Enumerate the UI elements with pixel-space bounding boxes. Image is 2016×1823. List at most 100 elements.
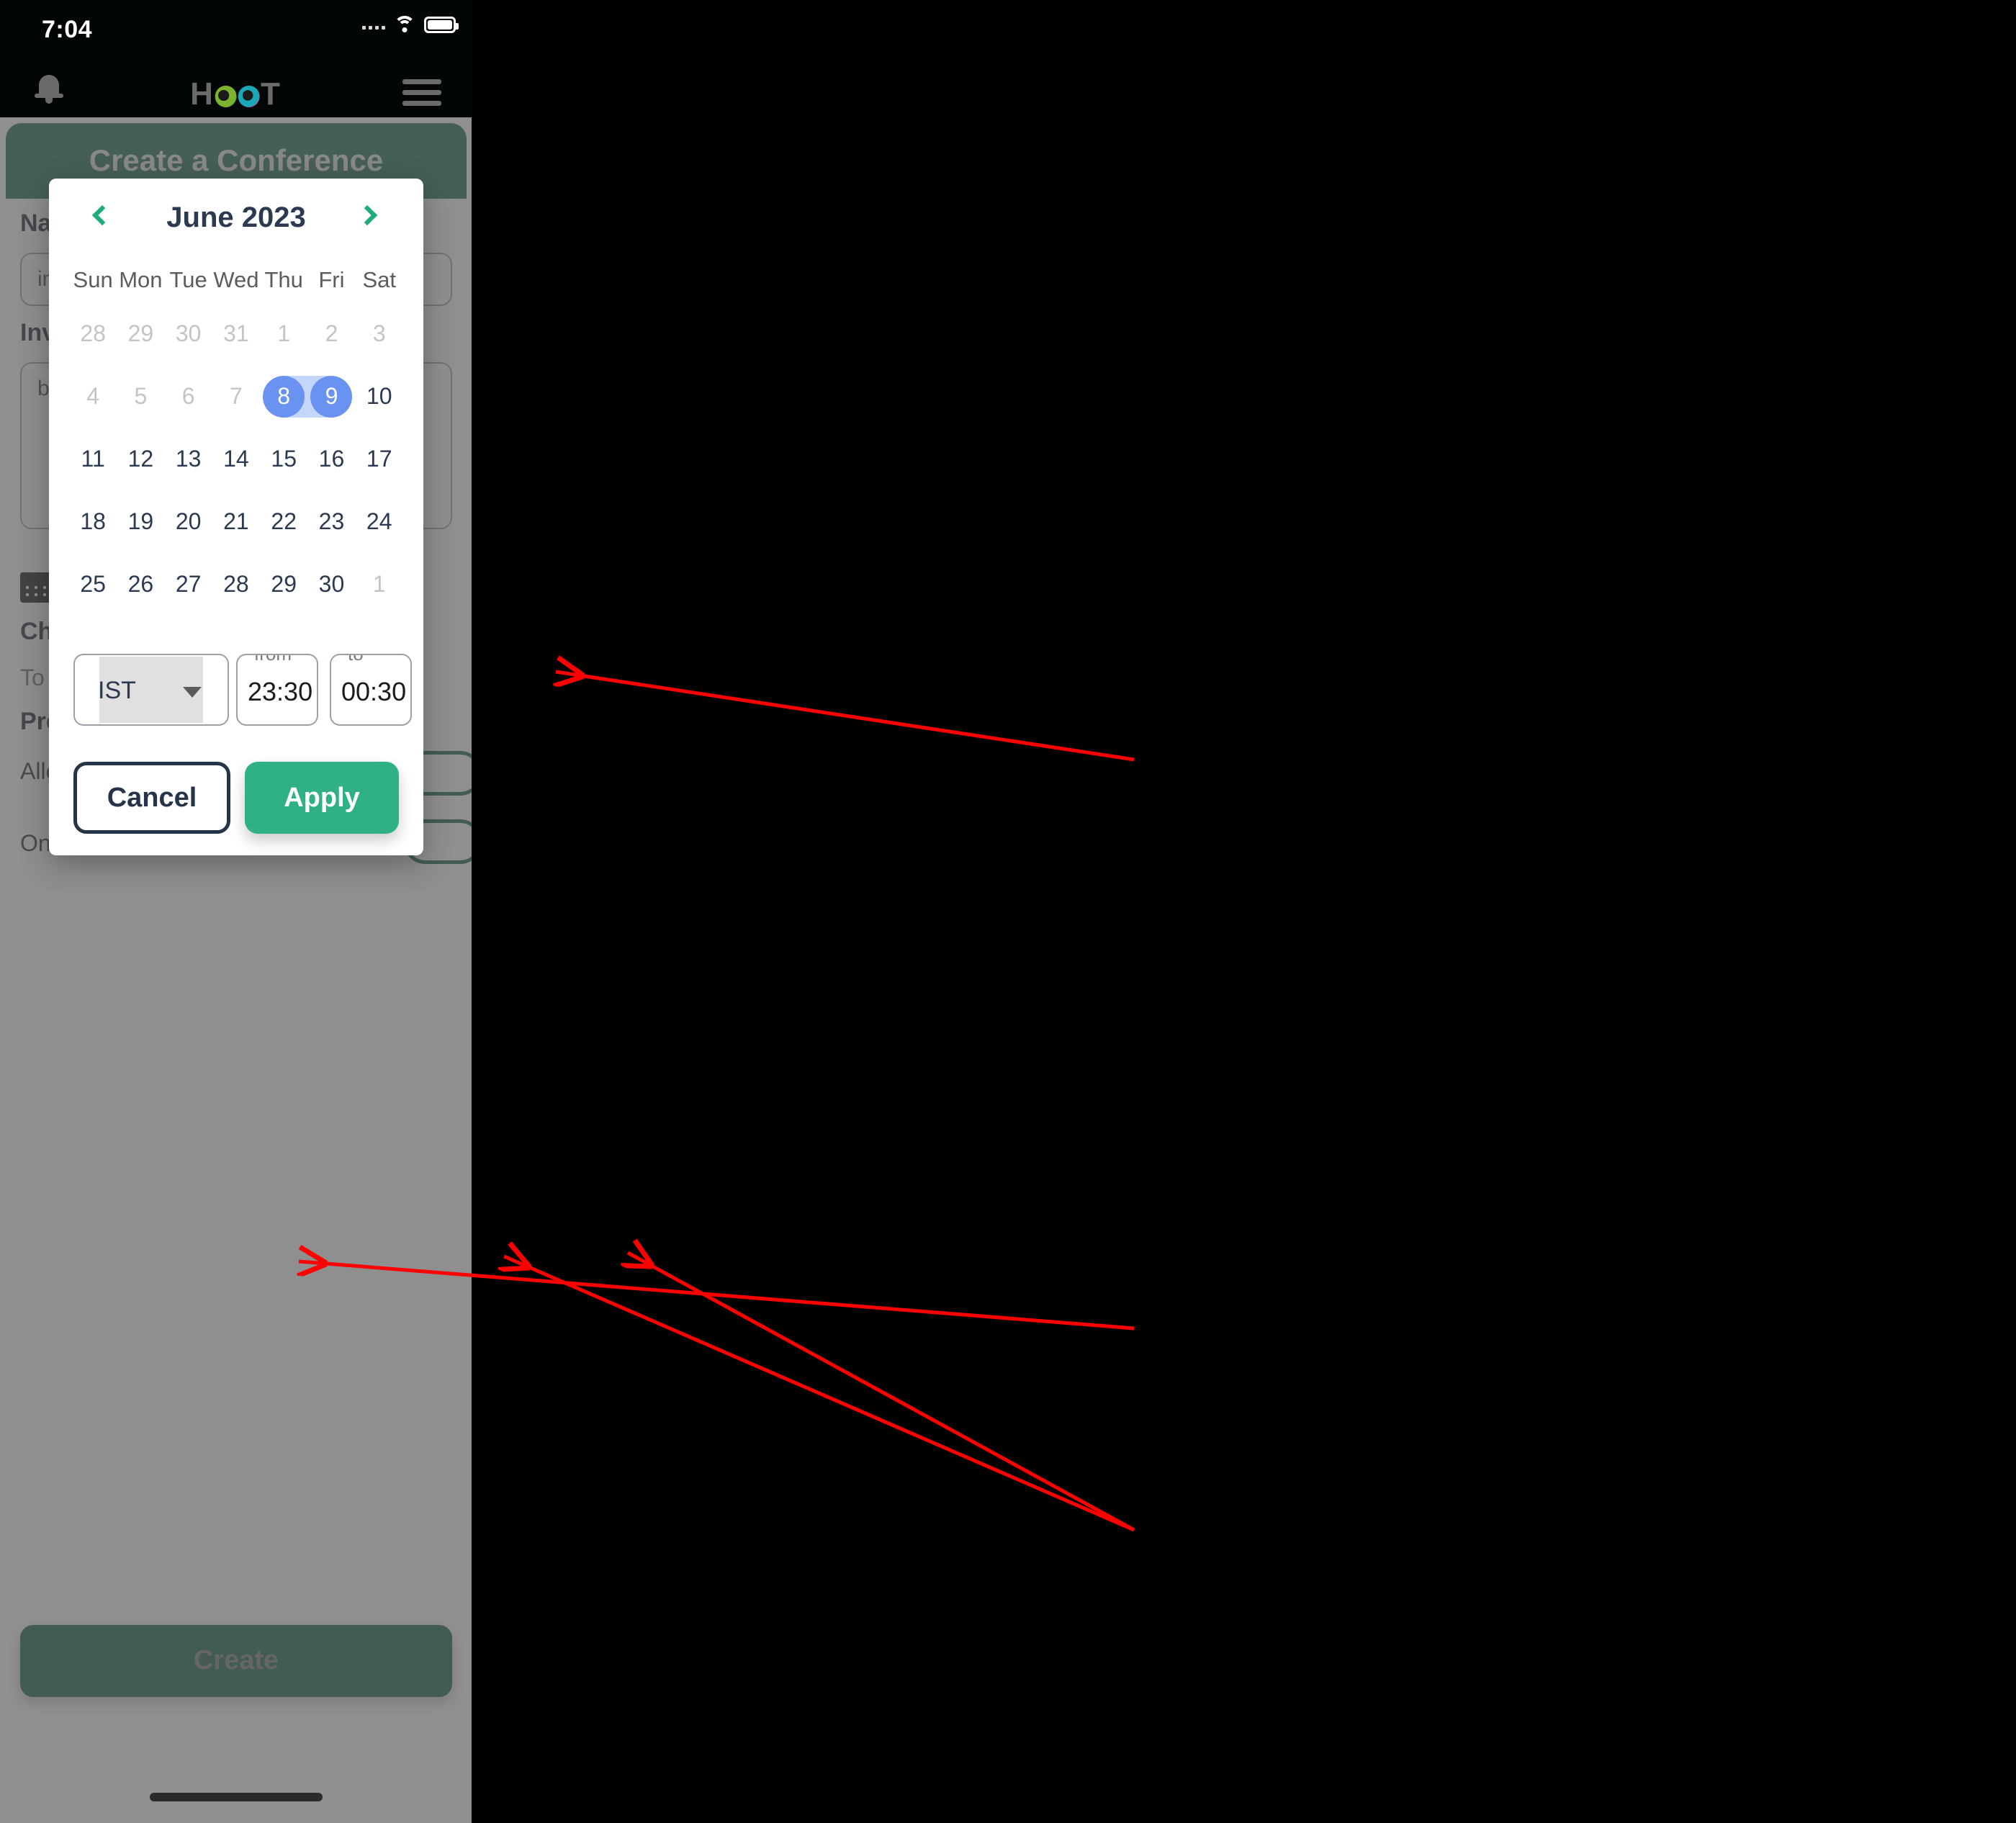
calendar-header: June 2023: [49, 194, 423, 245]
calendar-week-row: 18 19 20 21 22 23 24: [69, 490, 403, 553]
calendar-day-number: 11: [81, 446, 105, 472]
date-range-picker-modal: June 2023 Sun Mon Tue Wed Thu Fri Sat 28 29 30 31 1…: [49, 179, 423, 855]
calendar-day-number: 28: [80, 320, 106, 346]
calendar-day-number: 29: [271, 571, 297, 597]
calendar-day-disabled: 1: [260, 302, 307, 365]
calendar-week-row: 11 12 13 14 15 16 17: [69, 428, 403, 490]
calendar-day[interactable]: 30: [307, 553, 355, 616]
screenshot-canvas: 7:04 HT June 2023 Sun Mon Tue Wed Thu Fr…: [0, 0, 2016, 1823]
from-time-value: 23:30: [248, 677, 313, 706]
calendar-week-row: 28 29 30 31 1 2 3: [69, 302, 403, 365]
owl-eye-right-icon: [238, 86, 260, 107]
calendar-day[interactable]: 17: [356, 428, 403, 490]
calendar-day-disabled: 2: [307, 302, 355, 365]
timezone-value: IST: [98, 677, 136, 704]
calendar-week-row: 25 26 27 28 29 30 1: [69, 553, 403, 616]
calendar-day-number: 25: [80, 571, 106, 597]
calendar-day-number: 9: [325, 383, 338, 409]
bell-icon[interactable]: [35, 72, 65, 105]
calendar-day-number: 23: [318, 508, 345, 534]
calendar-weekday: Fri: [318, 267, 345, 292]
calendar-day[interactable]: 24: [356, 490, 403, 553]
calendar-day-number: 26: [127, 571, 154, 597]
calendar-day-disabled: 5: [117, 365, 164, 428]
cancel-button[interactable]: Cancel: [73, 762, 230, 834]
chevron-down-icon: [183, 687, 202, 698]
to-time-value: 00:30: [341, 677, 407, 706]
calendar-day[interactable]: 22: [260, 490, 307, 553]
calendar-day-number: 22: [271, 508, 297, 534]
time-row: IST from 23:30 to 00:30: [49, 654, 423, 740]
calendar-day-number: 18: [80, 508, 106, 534]
from-time-legend: from: [249, 655, 297, 665]
timezone-select[interactable]: IST: [73, 654, 229, 726]
calendar-day[interactable]: 26: [117, 553, 164, 616]
calendar-day-number: 14: [223, 446, 249, 472]
calendar-weekday: Sun: [73, 267, 113, 292]
phone-viewport: 7:04 HT June 2023 Sun Mon Tue Wed Thu Fr…: [0, 0, 472, 1823]
apply-button[interactable]: Apply: [245, 762, 399, 834]
logo-suffix: T: [260, 76, 282, 112]
calendar-day-number: 13: [175, 446, 202, 472]
calendar-day[interactable]: 21: [212, 490, 260, 553]
calendar-day-selected-start[interactable]: 8: [260, 365, 307, 428]
calendar-day[interactable]: 29: [260, 553, 307, 616]
chevron-right-icon[interactable]: [353, 200, 390, 238]
calendar-weekday-row: Sun Mon Tue Wed Thu Fri Sat: [69, 258, 403, 302]
calendar-day[interactable]: 18: [69, 490, 117, 553]
calendar-day[interactable]: 23: [307, 490, 355, 553]
calendar-day-number: 21: [223, 508, 249, 534]
calendar-day-number: 7: [230, 383, 243, 409]
calendar-day[interactable]: 10: [356, 365, 403, 428]
calendar-day-number: 3: [372, 320, 386, 346]
owl-eye-left-icon: [215, 86, 237, 107]
calendar-day[interactable]: 19: [117, 490, 164, 553]
calendar-day-selected-end[interactable]: 9: [307, 365, 355, 428]
calendar-day[interactable]: 16: [307, 428, 355, 490]
calendar-week-row: 4 5 6 7 8 9 10: [69, 365, 403, 428]
calendar-day-disabled: 6: [165, 365, 212, 428]
calendar-day-number: 2: [325, 320, 338, 346]
calendar-day[interactable]: 13: [165, 428, 212, 490]
from-time-field[interactable]: from 23:30: [236, 654, 318, 726]
arrow-to-date-range: [556, 672, 1135, 762]
calendar-day[interactable]: 25: [69, 553, 117, 616]
wifi-icon: [394, 16, 415, 33]
to-time-field[interactable]: to 00:30: [330, 654, 412, 726]
calendar-day[interactable]: 11: [69, 428, 117, 490]
calendar-day-number: 17: [366, 446, 392, 472]
signal-dots-icon: [362, 19, 385, 30]
calendar-day[interactable]: 12: [117, 428, 164, 490]
calendar-day-disabled: 4: [69, 365, 117, 428]
calendar-day-number: 16: [318, 446, 345, 472]
hamburger-menu-icon[interactable]: [402, 79, 441, 106]
calendar-grid: Sun Mon Tue Wed Thu Fri Sat 28 29 30 31 1 2 3 4 5 6 7 8 9 10…: [69, 258, 403, 616]
battery-icon: [424, 16, 459, 33]
calendar-day-number: 19: [127, 508, 154, 534]
arrow-to-from-time: [504, 1256, 1135, 1532]
calendar-day[interactable]: 20: [165, 490, 212, 553]
modal-actions: Cancel Apply: [49, 762, 423, 841]
calendar-day-number: 10: [366, 383, 392, 409]
calendar-day[interactable]: 28: [212, 553, 260, 616]
logo-prefix: H: [190, 76, 215, 112]
calendar-day-number: 8: [277, 383, 291, 409]
calendar-day-disabled: 31: [212, 302, 260, 365]
calendar-day-disabled: 3: [356, 302, 403, 365]
calendar-day-number: 15: [271, 446, 297, 472]
calendar-day-number: 6: [181, 383, 195, 409]
calendar-weekday: Mon: [119, 267, 163, 292]
calendar-day-disabled: 29: [117, 302, 164, 365]
calendar-day-disabled: 7: [212, 365, 260, 428]
calendar-day-disabled: 30: [165, 302, 212, 365]
calendar-day-number: 12: [127, 446, 154, 472]
calendar-day[interactable]: 27: [165, 553, 212, 616]
calendar-day[interactable]: 15: [260, 428, 307, 490]
to-time-legend: to: [343, 655, 369, 665]
calendar-day-disabled: 28: [69, 302, 117, 365]
status-bar: 7:04: [0, 0, 472, 58]
calendar-day[interactable]: 14: [212, 428, 260, 490]
app-logo: HT: [190, 76, 282, 112]
app-header: HT: [0, 58, 472, 117]
home-indicator: [149, 1793, 323, 1801]
